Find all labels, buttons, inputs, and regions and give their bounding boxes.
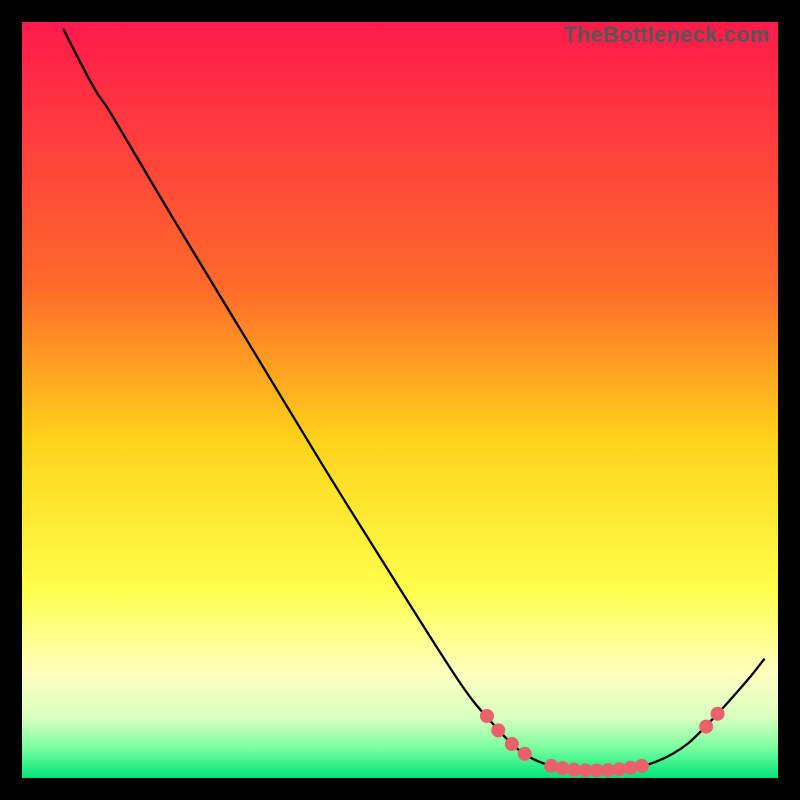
data-marker bbox=[491, 723, 505, 737]
chart-plot bbox=[22, 22, 778, 778]
data-marker bbox=[480, 709, 494, 723]
data-marker bbox=[518, 747, 532, 761]
data-marker bbox=[635, 759, 649, 773]
gradient-background bbox=[22, 22, 778, 778]
watermark-text: TheBottleneck.com bbox=[564, 22, 770, 48]
data-marker bbox=[711, 707, 725, 721]
chart-frame: TheBottleneck.com bbox=[22, 22, 778, 778]
data-marker bbox=[505, 737, 519, 751]
data-marker bbox=[699, 720, 713, 734]
